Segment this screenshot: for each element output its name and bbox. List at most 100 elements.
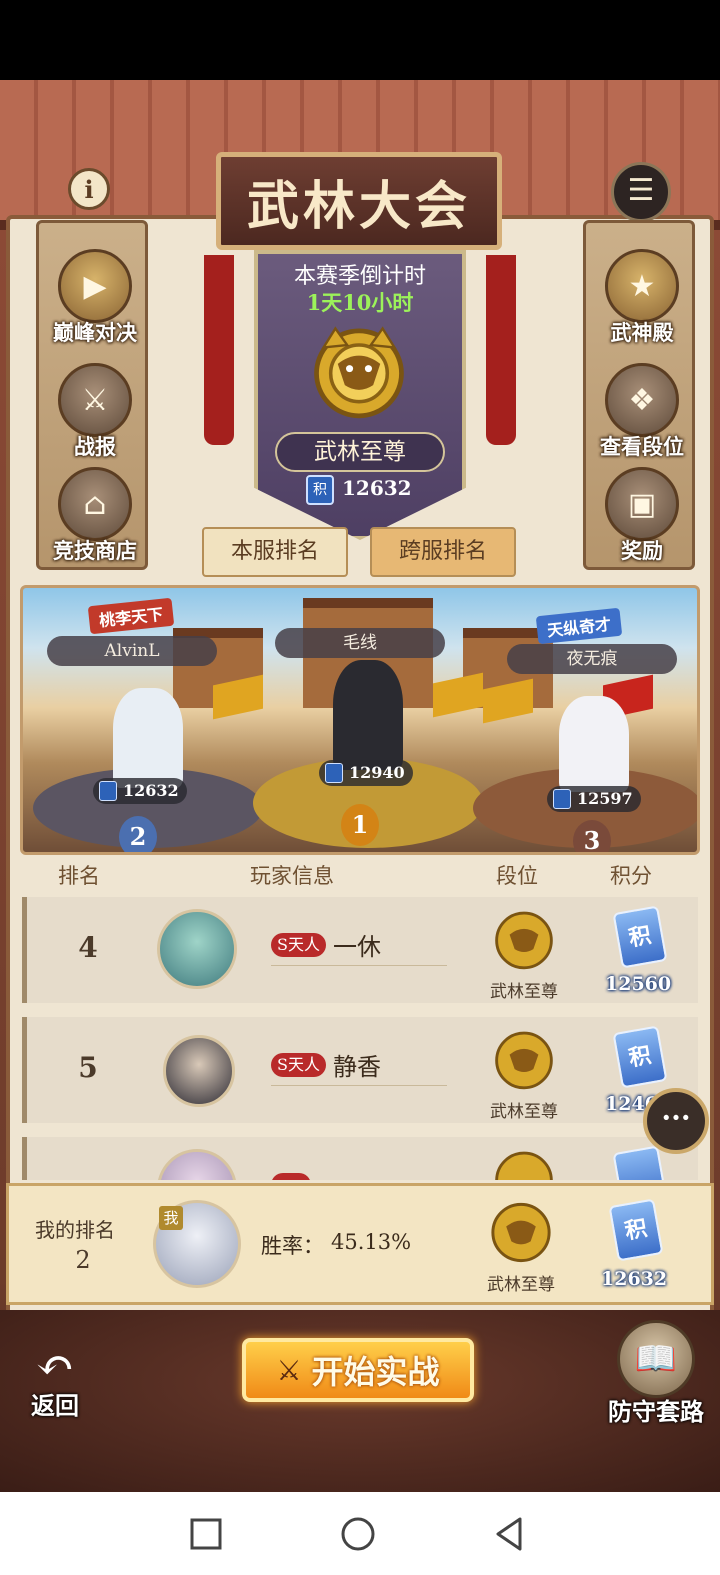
recent-apps-icon[interactable] [186, 1514, 226, 1554]
third-place-score-value: 12597 [577, 789, 633, 808]
tier-label: 武林至尊 [490, 982, 558, 1002]
defense-strategy-label: 防守套路 [608, 1397, 704, 1426]
header-rank: 排名 [58, 864, 100, 888]
tier-emblem-icon [495, 1031, 553, 1090]
first-place-name: 毛线 [275, 628, 445, 658]
place-badge-third: 3 [573, 820, 611, 852]
second-place-title-badge: 桃李天下 [87, 597, 175, 635]
start-battle-label: 开始实战 [311, 1353, 440, 1391]
score-token-icon [99, 781, 117, 801]
my-tier-label: 武林至尊 [487, 1275, 555, 1295]
divider [271, 1085, 447, 1086]
rewards-label: 奖励 [621, 538, 663, 563]
battle-report-label: 战报 [74, 434, 116, 459]
peak-duel-button[interactable]: ▶ 巅峰对决 [39, 249, 151, 347]
third-place-title-badge: 天纵奇才 [535, 607, 623, 645]
view-tier-button[interactable]: ❖ 查看段位 [586, 363, 698, 461]
place-badge-second: 2 [119, 816, 157, 852]
second-place-name: AlvinL [47, 636, 217, 666]
tab-cross-ranking[interactable]: 跨服排名 [370, 527, 516, 577]
title-plaque: 武林大会 [216, 152, 502, 250]
game-title: 武林大会 [246, 175, 471, 237]
score-token-icon: 积 [306, 475, 334, 505]
season-score: 12632 [342, 476, 412, 500]
tier-emblem-icon [495, 911, 553, 970]
game-screen: i ☰ 跨服 ▶ 巅峰对决 ⚔ 战报 ⌂ 竞技商店 ★ 武神殿 ❖ 查看段位 ▣… [0, 80, 720, 1492]
peak-duel-label: 巅峰对决 [53, 320, 137, 345]
info-icon[interactable]: i [68, 168, 110, 210]
header-player-info: 玩家信息 [250, 864, 334, 888]
second-place-character [113, 688, 183, 788]
ranking-table-header: 排名 玩家信息 段位 积分 [20, 860, 700, 894]
title-badge: S天人 [271, 933, 326, 957]
divider [271, 965, 447, 966]
score-token-icon: 积 [612, 905, 668, 969]
second-place-score: 12632 [93, 778, 187, 804]
crossed-swords-icon: ⚔ [58, 363, 132, 437]
start-battle-button[interactable]: ⚔ 开始实战 [242, 1338, 474, 1402]
winrate-value: 45.13% [331, 1230, 412, 1254]
arena-shop-label: 竞技商店 [53, 538, 137, 563]
android-nav-bar [0, 1492, 720, 1575]
title-badge: S天人 [271, 1053, 326, 1077]
first-place-score-value: 12940 [349, 763, 405, 782]
avatar[interactable] [157, 909, 237, 989]
shop-icon: ⌂ [58, 467, 132, 541]
arena-shop-button[interactable]: ⌂ 竞技商店 [39, 467, 151, 565]
score-token-icon [325, 763, 343, 783]
back-label: 返回 [31, 1391, 79, 1420]
tier-emblem-icon [495, 1151, 553, 1180]
home-icon[interactable] [338, 1514, 378, 1554]
first-place-score: 12940 [319, 760, 413, 786]
ranking-list[interactable]: 4 S天人 一休 武林至尊 积 12560 5 S天人 静香 武林至尊 积 12… [22, 897, 698, 1180]
row-rank: 4 [78, 931, 98, 964]
red-banner-left [204, 255, 234, 445]
row-score: 12560 [605, 973, 672, 995]
avatar[interactable] [157, 1149, 237, 1180]
rewards-button[interactable]: ▣ 奖励 [586, 467, 698, 565]
red-banner-right [486, 255, 516, 445]
header-tier: 段位 [496, 864, 538, 888]
back-nav-icon[interactable] [490, 1514, 530, 1554]
crossed-swords-icon: ⚔ [276, 1353, 302, 1387]
left-menu-panel: ▶ 巅峰对决 ⚔ 战报 ⌂ 竞技商店 [36, 220, 148, 570]
battle-report-button[interactable]: ⚔ 战报 [39, 363, 151, 461]
my-score: 12632 [601, 1268, 668, 1290]
header-score: 积分 [610, 864, 652, 888]
me-tag: 我 [159, 1206, 183, 1230]
score-token-icon: 积 [608, 1198, 664, 1262]
score-token-icon: 积 [612, 1025, 668, 1089]
table-row[interactable]: 5 S天人 静香 武林至尊 积 1246 [22, 1017, 698, 1123]
supreme-rank-emblem-icon [314, 326, 404, 419]
first-place-character [333, 660, 403, 770]
temple-icon: ★ [605, 249, 679, 323]
flag [433, 672, 483, 718]
defense-strategy-button[interactable]: 📖 防守套路 [598, 1320, 714, 1427]
avatar[interactable] [163, 1035, 235, 1107]
player-name: 静香 [333, 1053, 381, 1081]
my-rank-value: 2 [75, 1246, 91, 1274]
back-button[interactable]: ↶ 返回 [20, 1340, 90, 1421]
third-place-name: 夜无痕 [507, 644, 677, 674]
season-rank-name: 武林至尊 [275, 432, 445, 472]
chest-icon: ▣ [605, 467, 679, 541]
play-icon: ▶ [58, 249, 132, 323]
third-place-score: 12597 [547, 786, 641, 812]
tab-local-ranking[interactable]: 本服排名 [202, 527, 348, 577]
score-token-icon [612, 1145, 668, 1180]
winrate-label: 胜率： [261, 1234, 324, 1258]
table-row[interactable]: 4 S天人 一休 武林至尊 积 12560 [22, 897, 698, 1003]
chat-icon[interactable]: ··· [643, 1088, 709, 1154]
season-countdown-label: 本赛季倒计时 [293, 264, 426, 289]
status-bar [0, 0, 720, 80]
war-god-hall-button[interactable]: ★ 武神殿 [586, 249, 698, 347]
back-arrow-icon: ↶ [35, 1338, 75, 1392]
title-badge [271, 1173, 311, 1180]
my-rank-label: 我的排名 [35, 1218, 115, 1242]
tier-emblem-icon [491, 1202, 551, 1263]
book-icon: 📖 [617, 1320, 695, 1398]
tier-label: 武林至尊 [490, 1102, 558, 1122]
score-token-icon [553, 789, 571, 809]
table-row[interactable] [22, 1137, 698, 1180]
view-tier-label: 查看段位 [600, 434, 684, 459]
